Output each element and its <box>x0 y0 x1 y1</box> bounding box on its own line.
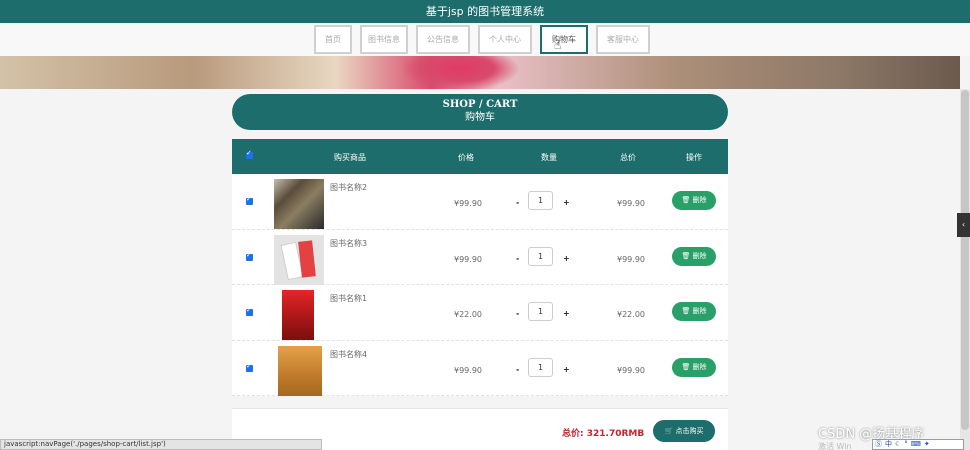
product-price: ¥99.90 <box>454 199 482 208</box>
qty-input[interactable]: 1 <box>528 191 553 210</box>
scrollbar-thumb[interactable] <box>961 90 969 430</box>
product-price: ¥22.00 <box>454 310 482 319</box>
nav-item-support[interactable]: 客服中心 <box>596 25 650 54</box>
row-total: ¥99.90 <box>617 365 645 375</box>
qty-decrement-button[interactable]: - <box>516 254 519 263</box>
page-heading-zh: 购物车 <box>465 112 495 123</box>
banner-image <box>0 56 960 89</box>
qty-decrement-button[interactable]: - <box>516 309 519 318</box>
qty-input[interactable]: 1 <box>528 302 553 321</box>
cart-icon: 🛒 <box>664 427 674 435</box>
delete-button[interactable]: 🗑 删除 <box>672 302 716 321</box>
qty-increment-button[interactable]: + <box>563 198 570 207</box>
delete-label: 删除 <box>692 196 707 204</box>
col-product: 购买商品 <box>334 153 366 162</box>
trash-icon: 🗑 <box>681 307 691 315</box>
ime-toolbar[interactable]: Ⓢ 中 ☾ ° ⌨ ✦ <box>872 439 964 450</box>
ime-keyboard-icon: ⌨ <box>910 440 921 448</box>
buy-button[interactable]: 🛒 点击购买 <box>653 420 715 442</box>
product-name[interactable]: 图书名称3 <box>330 238 367 249</box>
nav-item-cart[interactable]: 购物车 <box>540 25 588 54</box>
trash-icon: 🗑 <box>681 196 691 204</box>
delete-button[interactable]: 🗑 删除 <box>672 191 716 210</box>
qty-increment-button[interactable]: + <box>563 254 570 263</box>
row-total: ¥99.90 <box>617 254 645 264</box>
page-heading-en: SHOP / CART <box>442 99 518 110</box>
ime-punct-icon: ° <box>904 440 908 448</box>
qty-increment-button[interactable]: + <box>563 309 570 318</box>
windows-activation-text: 激活 Win <box>818 442 852 450</box>
browser-status-bar: javascript:navPage('./pages/shop-cart/li… <box>0 439 322 450</box>
ime-lang-label[interactable]: 中 <box>885 440 892 449</box>
book-cover-image[interactable] <box>278 345 322 396</box>
delete-label: 删除 <box>692 362 707 371</box>
nav-item-books[interactable]: 图书信息 <box>360 25 408 54</box>
product-price: ¥99.90 <box>454 254 482 264</box>
buy-label: 点击购买 <box>675 427 704 435</box>
table-row: 图书名称2 ¥99.90 - 1 + ¥99.90 🗑 删除 <box>232 174 728 230</box>
trash-icon: 🗑 <box>681 362 691 371</box>
select-all-checkbox[interactable] <box>246 149 253 159</box>
ime-settings-icon: ✦ <box>923 440 930 448</box>
row-checkbox[interactable] <box>246 195 253 205</box>
col-qty: 数量 <box>541 153 557 162</box>
col-price: 价格 <box>458 153 474 162</box>
ime-logo-icon: Ⓢ <box>875 440 882 448</box>
qty-input[interactable]: 1 <box>528 357 553 377</box>
product-name[interactable]: 图书名称1 <box>330 293 367 304</box>
row-checkbox[interactable] <box>246 362 253 372</box>
qty-decrement-button[interactable]: - <box>516 365 519 374</box>
table-row: 图书名称4 ¥99.90 - 1 + ¥99.90 🗑 删除 <box>232 340 728 396</box>
banner-flower <box>400 56 520 89</box>
qty-input[interactable]: 1 <box>528 246 553 266</box>
row-checkbox[interactable] <box>246 251 253 261</box>
product-name[interactable]: 图书名称4 <box>330 349 367 360</box>
qty-decrement-button[interactable]: - <box>516 198 519 207</box>
row-total: ¥99.90 <box>617 199 645 208</box>
nav-menu: 首页 图书信息 公告信息 个人中心 购物车 客服中心 <box>314 25 650 54</box>
hand-cursor-icon: ☝ <box>554 38 562 52</box>
cart-total: 总价: 321.70RMB <box>562 429 645 439</box>
delete-button[interactable]: 🗑 删除 <box>672 357 716 377</box>
book-cover-image[interactable] <box>282 290 314 340</box>
side-collapse-tab[interactable]: ‹ <box>957 213 970 237</box>
delete-button[interactable]: 🗑 删除 <box>672 246 716 266</box>
table-row: 图书名称3 ¥99.90 - 1 + ¥99.90 🗑 删除 <box>232 229 728 285</box>
product-name[interactable]: 图书名称2 <box>330 182 367 193</box>
app-title: 基于jsp 的图书管理系统 <box>425 5 545 18</box>
nav-item-home[interactable]: 首页 <box>314 25 352 54</box>
col-action: 操作 <box>686 153 702 162</box>
row-total: ¥22.00 <box>617 310 645 319</box>
col-total: 总价 <box>620 153 636 162</box>
trash-icon: 🗑 <box>681 251 691 260</box>
book-cover-image[interactable] <box>274 234 324 285</box>
ime-moon-icon: ☾ <box>895 440 902 448</box>
nav-bar: 首页 图书信息 公告信息 个人中心 购物车 客服中心 <box>0 23 970 56</box>
cart-table: 购买商品 价格 数量 总价 操作 图书名称2 ¥99.90 - 1 + ¥99.… <box>232 139 728 396</box>
nav-item-profile[interactable]: 个人中心 <box>478 25 532 54</box>
app-header: 基于jsp 的图书管理系统 <box>0 0 970 23</box>
qty-increment-button[interactable]: + <box>563 365 570 374</box>
table-header: 购买商品 价格 数量 总价 操作 <box>232 139 728 174</box>
nav-item-notices[interactable]: 公告信息 <box>416 25 470 54</box>
row-checkbox[interactable] <box>246 306 253 316</box>
table-row: 图书名称1 ¥22.00 - 1 + ¥22.00 🗑 删除 <box>232 285 728 341</box>
page-heading: SHOP / CART 购物车 <box>232 94 728 130</box>
book-cover-image[interactable] <box>274 179 324 229</box>
delete-label: 删除 <box>692 251 707 260</box>
delete-label: 删除 <box>692 307 707 315</box>
product-price: ¥99.90 <box>454 365 482 375</box>
